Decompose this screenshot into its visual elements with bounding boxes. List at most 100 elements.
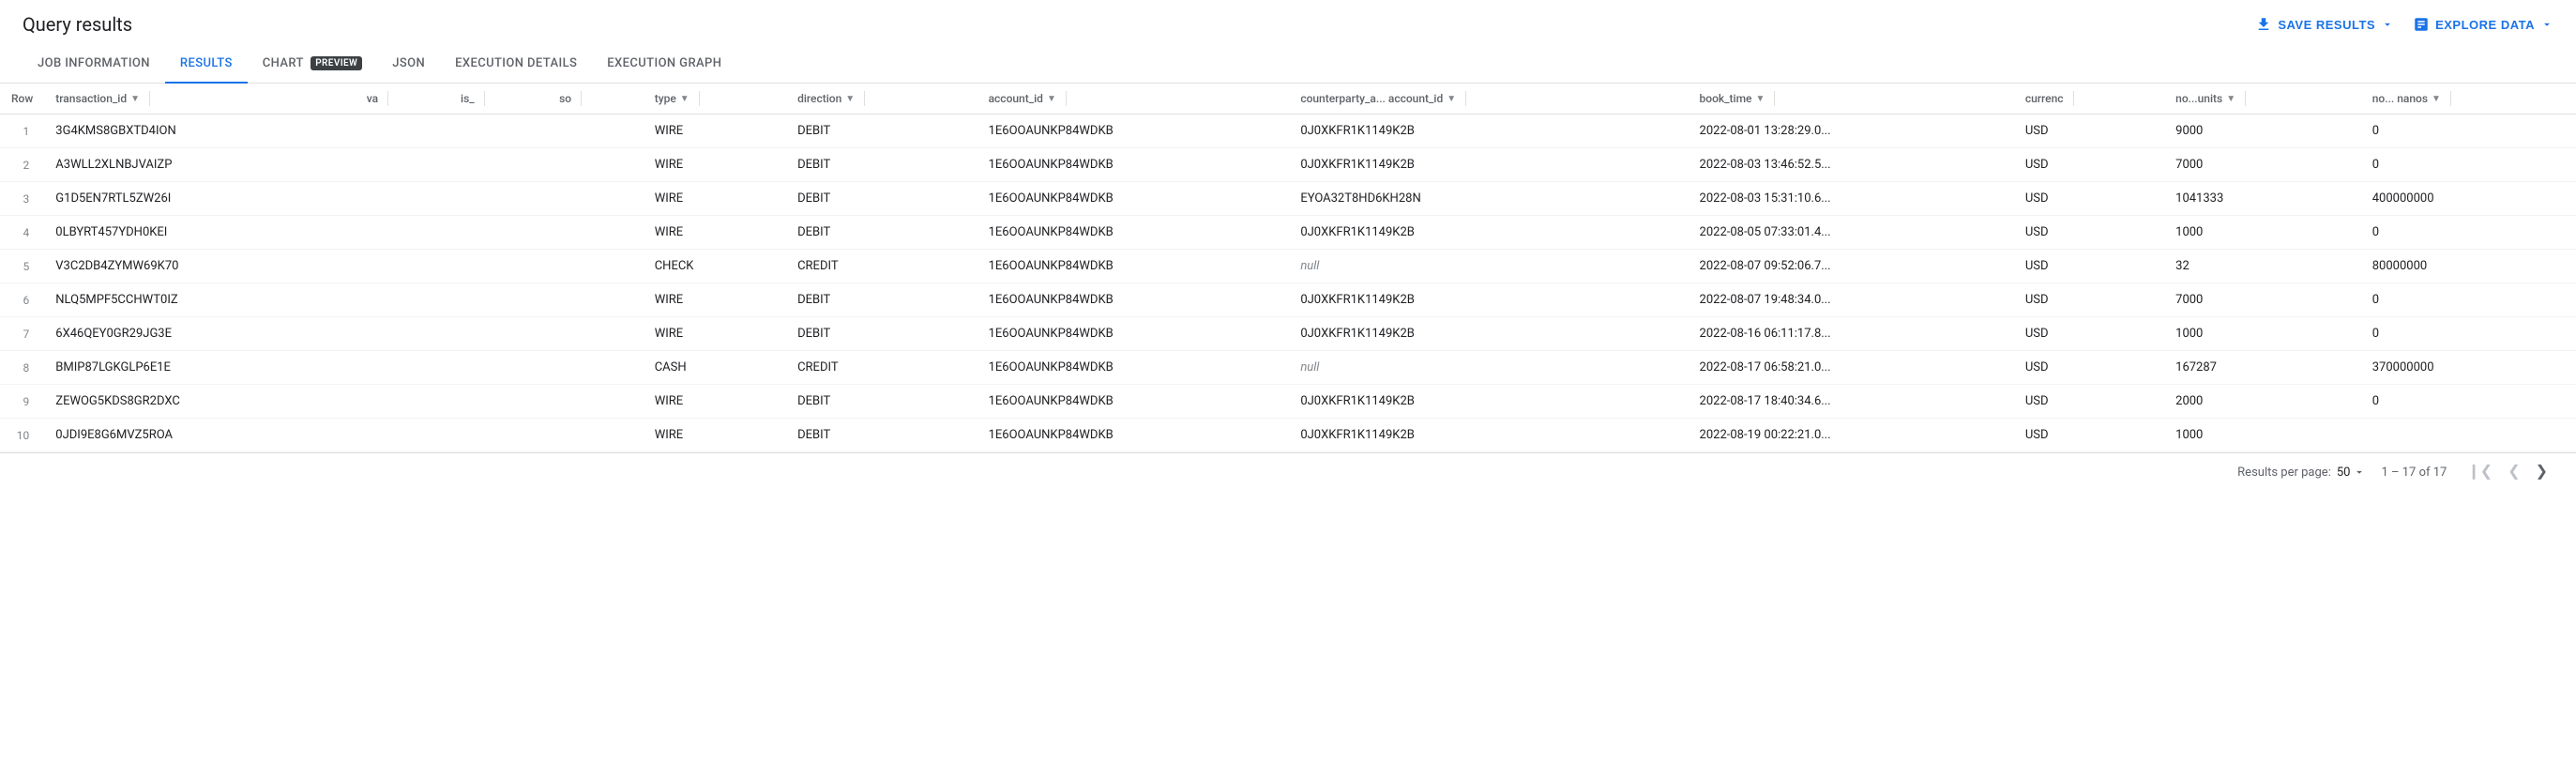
cell-va: [356, 250, 449, 283]
cell-va: [356, 351, 449, 385]
col-header-type[interactable]: type ▼: [644, 84, 786, 115]
resize-handle-no-nanos[interactable]: [2450, 91, 2451, 106]
cell-so: [548, 250, 644, 283]
cell-row: 10: [0, 419, 44, 452]
col-header-counterparty[interactable]: counterparty_a... account_id ▼: [1289, 84, 1688, 115]
cell-direction: DEBIT: [786, 182, 977, 216]
cell-currency: USD: [2014, 216, 2164, 250]
cell-type: WIRE: [644, 148, 786, 182]
tab-results[interactable]: RESULTS: [165, 45, 248, 84]
cell-book_time: 2022-08-03 13:46:52.5...: [1689, 148, 2014, 182]
cell-no_units: 7000: [2164, 283, 2361, 317]
sort-icon-type: ▼: [680, 94, 689, 104]
tab-json[interactable]: JSON: [377, 45, 440, 84]
resize-handle-is[interactable]: [484, 91, 485, 106]
cell-no_nanos: 80000000: [2361, 250, 2576, 283]
cell-book_time: 2022-08-19 00:22:21.0...: [1689, 419, 2014, 452]
cell-account_id: 1E6OOAUNKP84WDKB: [977, 148, 1290, 182]
col-header-so: so: [548, 84, 644, 115]
cell-currency: USD: [2014, 351, 2164, 385]
resize-handle-type[interactable]: [699, 91, 700, 106]
cell-no_units: 1000: [2164, 317, 2361, 351]
cell-transaction_id: NLQ5MPF5CCHWT0IZ: [44, 283, 356, 317]
explore-data-button[interactable]: EXPLORE DATA: [2413, 16, 2553, 33]
footer-bar: Results per page: 50 1 – 17 of 17 ❙❮ ❮ ❯: [0, 452, 2576, 491]
cell-transaction_id: BMIP87LGKGLP6E1E: [44, 351, 356, 385]
table-body: 13G4KMS8GBXTD4IONWIREDEBIT1E6OOAUNKP84WD…: [0, 115, 2576, 452]
cell-book_time: 2022-08-07 09:52:06.7...: [1689, 250, 2014, 283]
cell-currency: USD: [2014, 115, 2164, 148]
cell-va: [356, 182, 449, 216]
pagination-next-button[interactable]: ❯: [2530, 461, 2553, 483]
cell-is_: [449, 385, 548, 419]
cell-no_nanos: 0: [2361, 283, 2576, 317]
col-header-account-id[interactable]: account_id ▼: [977, 84, 1290, 115]
cell-so: [548, 385, 644, 419]
resize-handle-counterparty[interactable]: [1465, 91, 1466, 106]
cell-no_nanos: [2361, 419, 2576, 452]
resize-handle-va[interactable]: [387, 91, 388, 106]
cell-transaction_id: 6X46QEY0GR29JG3E: [44, 317, 356, 351]
resize-handle-direction[interactable]: [864, 91, 865, 106]
chart-icon: [2413, 16, 2430, 33]
cell-book_time: 2022-08-07 19:48:34.0...: [1689, 283, 2014, 317]
cell-type: WIRE: [644, 419, 786, 452]
table-header-row: Row transaction_id ▼ va is_: [0, 84, 2576, 115]
cell-counterparty_a_account_id: EYOA32T8HD6KH28N: [1289, 182, 1688, 216]
col-header-book-time[interactable]: book_time ▼: [1689, 84, 2014, 115]
col-header-transaction-id[interactable]: transaction_id ▼: [44, 84, 356, 115]
table-row: 76X46QEY0GR29JG3EWIREDEBIT1E6OOAUNKP84WD…: [0, 317, 2576, 351]
save-results-button[interactable]: SAVE RESULTS: [2255, 16, 2394, 33]
pagination-first-button[interactable]: ❙❮: [2462, 461, 2498, 483]
cell-currency: USD: [2014, 182, 2164, 216]
cell-va: [356, 115, 449, 148]
table-row: 5V3C2DB4ZYMW69K70CHECKCREDIT1E6OOAUNKP84…: [0, 250, 2576, 283]
tab-execution-graph[interactable]: EXECUTION GRAPH: [592, 45, 736, 84]
cell-currency: USD: [2014, 385, 2164, 419]
resize-handle-so[interactable]: [581, 91, 582, 106]
resize-handle-account-id[interactable]: [1066, 91, 1067, 106]
col-header-no-nanos[interactable]: no... nanos ▼: [2361, 84, 2576, 115]
resize-handle-transaction-id[interactable]: [149, 91, 150, 106]
resize-handle-book-time[interactable]: [1774, 91, 1775, 106]
cell-transaction_id: G1D5EN7RTL5ZW26I: [44, 182, 356, 216]
preview-badge: PREVIEW: [311, 56, 362, 70]
cell-row: 3: [0, 182, 44, 216]
col-header-direction[interactable]: direction ▼: [786, 84, 977, 115]
save-results-chevron-icon: [2381, 18, 2394, 31]
save-icon: [2255, 16, 2272, 33]
sort-icon-direction: ▼: [845, 94, 855, 104]
cell-account_id: 1E6OOAUNKP84WDKB: [977, 182, 1290, 216]
cell-book_time: 2022-08-16 06:11:17.8...: [1689, 317, 2014, 351]
per-page-select[interactable]: 50: [2337, 466, 2367, 480]
cell-counterparty_a_account_id: 0J0XKFR1K1149K2B: [1289, 115, 1688, 148]
tab-chart[interactable]: CHART PREVIEW: [248, 45, 377, 84]
results-table-wrapper: Row transaction_id ▼ va is_: [0, 84, 2576, 452]
cell-no_units: 1000: [2164, 216, 2361, 250]
cell-direction: DEBIT: [786, 148, 977, 182]
tab-job-information[interactable]: JOB INFORMATION: [23, 45, 165, 84]
cell-type: CHECK: [644, 250, 786, 283]
per-page-value: 50: [2337, 466, 2351, 480]
cell-book_time: 2022-08-17 18:40:34.6...: [1689, 385, 2014, 419]
col-header-no-units[interactable]: no...units ▼: [2164, 84, 2361, 115]
cell-no_nanos: 0: [2361, 385, 2576, 419]
cell-transaction_id: A3WLL2XLNBJVAIZP: [44, 148, 356, 182]
resize-handle-currency[interactable]: [2073, 91, 2074, 106]
resize-handle-no-units[interactable]: [2245, 91, 2246, 106]
cell-no_nanos: 0: [2361, 148, 2576, 182]
cell-currency: USD: [2014, 283, 2164, 317]
cell-is_: [449, 419, 548, 452]
col-header-va: va: [356, 84, 449, 115]
cell-type: WIRE: [644, 317, 786, 351]
cell-is_: [449, 317, 548, 351]
tab-execution-details[interactable]: EXECUTION DETAILS: [440, 45, 592, 84]
cell-va: [356, 148, 449, 182]
pagination-prev-button[interactable]: ❮: [2502, 461, 2525, 483]
cell-is_: [449, 216, 548, 250]
cell-direction: DEBIT: [786, 317, 977, 351]
tabs-bar: JOB INFORMATION RESULTS CHART PREVIEW JS…: [0, 45, 2576, 84]
sort-icon-book-time: ▼: [1755, 94, 1765, 104]
cell-row: 1: [0, 115, 44, 148]
cell-no_nanos: 0: [2361, 216, 2576, 250]
